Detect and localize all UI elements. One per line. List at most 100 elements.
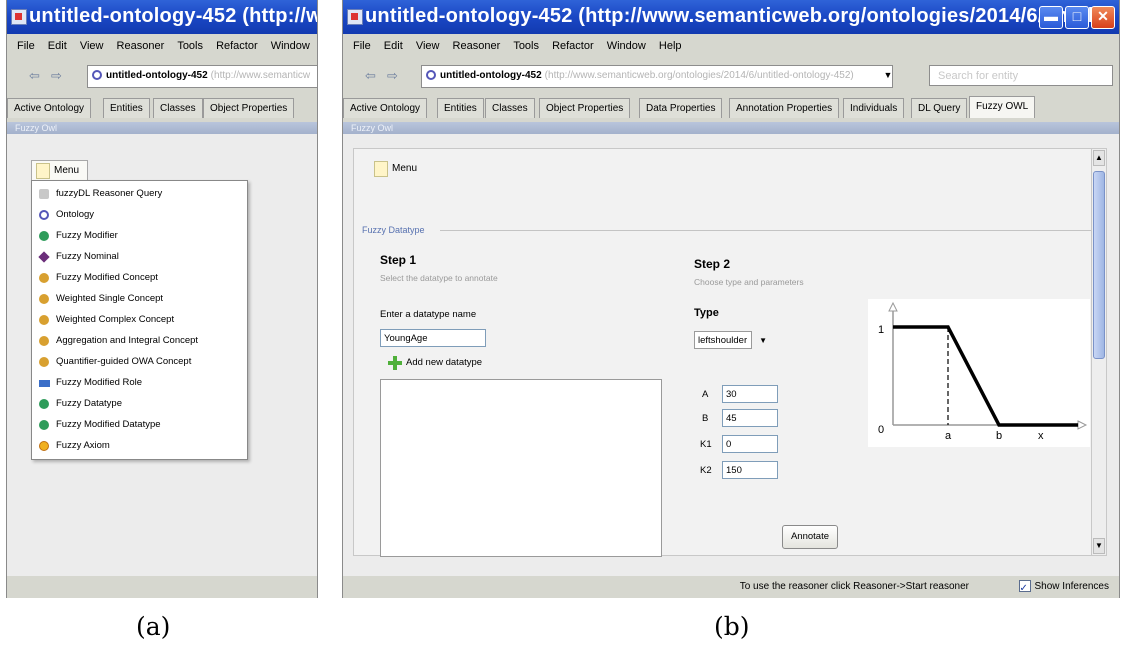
menu-bar: File Edit View Reasoner Tools Refactor W…: [7, 36, 317, 56]
ontology-selector[interactable]: untitled-ontology-452 (http://www.semanti…: [421, 65, 893, 88]
minimize-button[interactable]: ▬: [1039, 6, 1063, 29]
orange-circle-icon: [39, 336, 49, 346]
step1-title: Step 1: [380, 253, 417, 267]
ontology-url: (http://www.semanticweb.org/ontologies/2…: [544, 70, 854, 81]
fuzzy-menu-popup: fuzzyDL Reasoner Query Ontology Fuzzy Mo…: [31, 180, 248, 460]
type-select[interactable]: leftshoulder ▼: [694, 331, 767, 349]
menu-reasoner[interactable]: Reasoner: [453, 36, 501, 56]
tab-object-properties[interactable]: Object Properties: [539, 98, 631, 118]
x-label-b: b: [996, 430, 1002, 442]
menu-tools[interactable]: Tools: [177, 36, 203, 56]
menu-item-ontology[interactable]: Ontology: [32, 205, 247, 225]
datatype-list[interactable]: [380, 379, 662, 557]
menu-item-fuzzydl-query[interactable]: fuzzyDL Reasoner Query: [32, 184, 247, 204]
tab-classes[interactable]: Classes: [153, 98, 203, 118]
scroll-thumb[interactable]: [1093, 171, 1105, 359]
param-k2-input[interactable]: 150: [722, 461, 778, 479]
tab-fuzzy-owl[interactable]: Fuzzy OWL: [969, 96, 1036, 118]
menu-item-label: Quantifier-guided OWA Concept: [56, 356, 192, 367]
menu-item-label: Fuzzy Nominal: [56, 251, 119, 262]
orange-circle-icon: [39, 294, 49, 304]
tab-entities[interactable]: Entities: [437, 98, 484, 118]
annotate-button[interactable]: Annotate: [782, 525, 838, 549]
protege-window-b: untitled-ontology-452 (http://www.semant…: [342, 0, 1120, 598]
show-inferences-toggle[interactable]: Show Inferences: [1018, 576, 1109, 598]
menu-file[interactable]: File: [353, 36, 371, 56]
menu-item-fuzzy-modified-datatype[interactable]: Fuzzy Modified Datatype: [32, 415, 247, 435]
menu-refactor[interactable]: Refactor: [216, 36, 258, 56]
tab-annotation-properties[interactable]: Annotation Properties: [729, 98, 840, 118]
menu-window[interactable]: Window: [271, 36, 310, 56]
chevron-down-icon[interactable]: ▼: [879, 66, 897, 85]
menu-bar: File Edit View Reasoner Tools Refactor W…: [343, 36, 1119, 56]
param-b-label: B: [702, 413, 709, 424]
tab-dl-query[interactable]: DL Query: [911, 98, 968, 118]
back-arrow-icon[interactable]: ⇦: [365, 68, 376, 84]
tab-object-properties[interactable]: Object Properties: [203, 98, 295, 118]
tab-data-properties[interactable]: Data Properties: [639, 98, 723, 118]
menu-item-weighted-single-concept[interactable]: Weighted Single Concept: [32, 289, 247, 309]
caption-a: (a): [136, 612, 171, 641]
menu-refactor[interactable]: Refactor: [552, 36, 594, 56]
title-bar[interactable]: untitled-ontology-452 (http://ww: [7, 0, 317, 34]
menu-item-quantifier-owa-concept[interactable]: Quantifier-guided OWA Concept: [32, 352, 247, 372]
step1-subtitle: Select the datatype to annotate: [380, 273, 498, 283]
tab-active-ontology[interactable]: Active Ontology: [343, 98, 428, 118]
menu-reasoner[interactable]: Reasoner: [117, 36, 165, 56]
param-b-input[interactable]: 45: [722, 409, 778, 427]
menu-file[interactable]: File: [17, 36, 35, 56]
scroll-down-icon[interactable]: ▼: [1093, 538, 1105, 554]
menu-help[interactable]: Help: [659, 36, 682, 56]
fuzzy-owl-panel: Menu Fuzzy Datatype Step 1 Select the da…: [353, 148, 1107, 557]
menu-item-aggregation-integral-concept[interactable]: Aggregation and Integral Concept: [32, 331, 247, 351]
ontology-selector[interactable]: untitled-ontology-452 (http://www.semanti…: [87, 65, 317, 88]
vertical-scrollbar[interactable]: ▲ ▼: [1091, 149, 1106, 555]
menu-item-weighted-complex-concept[interactable]: Weighted Complex Concept: [32, 310, 247, 330]
menu-window[interactable]: Window: [607, 36, 646, 56]
tab-entities[interactable]: Entities: [103, 98, 150, 118]
menu-view[interactable]: View: [416, 36, 440, 56]
menu-item-fuzzy-modified-role[interactable]: Fuzzy Modified Role: [32, 373, 247, 393]
forward-arrow-icon[interactable]: ⇨: [387, 68, 398, 84]
maximize-button[interactable]: □: [1065, 6, 1089, 29]
menu-button-label: Menu: [54, 165, 80, 176]
menu-item-fuzzy-datatype[interactable]: Fuzzy Datatype: [32, 394, 247, 414]
minimize-icon: ▬: [1044, 8, 1058, 24]
menu-item-label: Ontology: [56, 209, 95, 220]
ontology-icon: [426, 70, 436, 80]
menu-edit[interactable]: Edit: [48, 36, 67, 56]
menu-edit[interactable]: Edit: [384, 36, 403, 56]
menu-icon: [36, 163, 50, 179]
tab-individuals[interactable]: Individuals: [843, 98, 905, 118]
menu-item-fuzzy-modifier[interactable]: Fuzzy Modifier: [32, 226, 247, 246]
chevron-down-icon: ▼: [759, 336, 767, 345]
param-k1-input[interactable]: 0: [722, 435, 778, 453]
green-circle-icon: [39, 231, 49, 241]
forward-arrow-icon[interactable]: ⇨: [51, 68, 62, 84]
maximize-icon: □: [1072, 8, 1082, 24]
tab-classes[interactable]: Classes: [485, 98, 535, 118]
menu-view[interactable]: View: [80, 36, 104, 56]
menu-item-fuzzy-nominal[interactable]: Fuzzy Nominal: [32, 247, 247, 267]
menu-item-label: Weighted Single Concept: [56, 293, 164, 304]
title-bar[interactable]: untitled-ontology-452 (http://www.semant…: [343, 0, 1119, 34]
ontology-name: untitled-ontology-452: [106, 70, 208, 81]
menu-button[interactable]: Menu: [31, 160, 89, 182]
menu-tools[interactable]: Tools: [513, 36, 539, 56]
step2-title: Step 2: [694, 257, 731, 271]
add-datatype-button[interactable]: Add new datatype: [388, 356, 482, 370]
param-a-input[interactable]: 30: [722, 385, 778, 403]
back-arrow-icon[interactable]: ⇦: [29, 68, 40, 84]
tab-active-ontology[interactable]: Active Ontology: [7, 98, 92, 118]
menu-item-fuzzy-modified-concept[interactable]: Fuzzy Modified Concept: [32, 268, 247, 288]
type-select-value: leftshoulder: [698, 335, 748, 346]
view-header: Fuzzy Owl: [7, 122, 317, 134]
search-input[interactable]: Search for entity: [929, 65, 1113, 86]
close-button[interactable]: ✕: [1091, 6, 1115, 29]
menu-item-fuzzy-axiom[interactable]: Fuzzy Axiom: [32, 436, 247, 456]
step2-subtitle: Choose type and parameters: [694, 277, 804, 287]
scroll-up-icon[interactable]: ▲: [1093, 150, 1105, 166]
datatype-name-input[interactable]: YoungAge: [380, 329, 486, 347]
menu-button[interactable]: Menu: [370, 159, 425, 179]
app-icon: [347, 9, 363, 25]
